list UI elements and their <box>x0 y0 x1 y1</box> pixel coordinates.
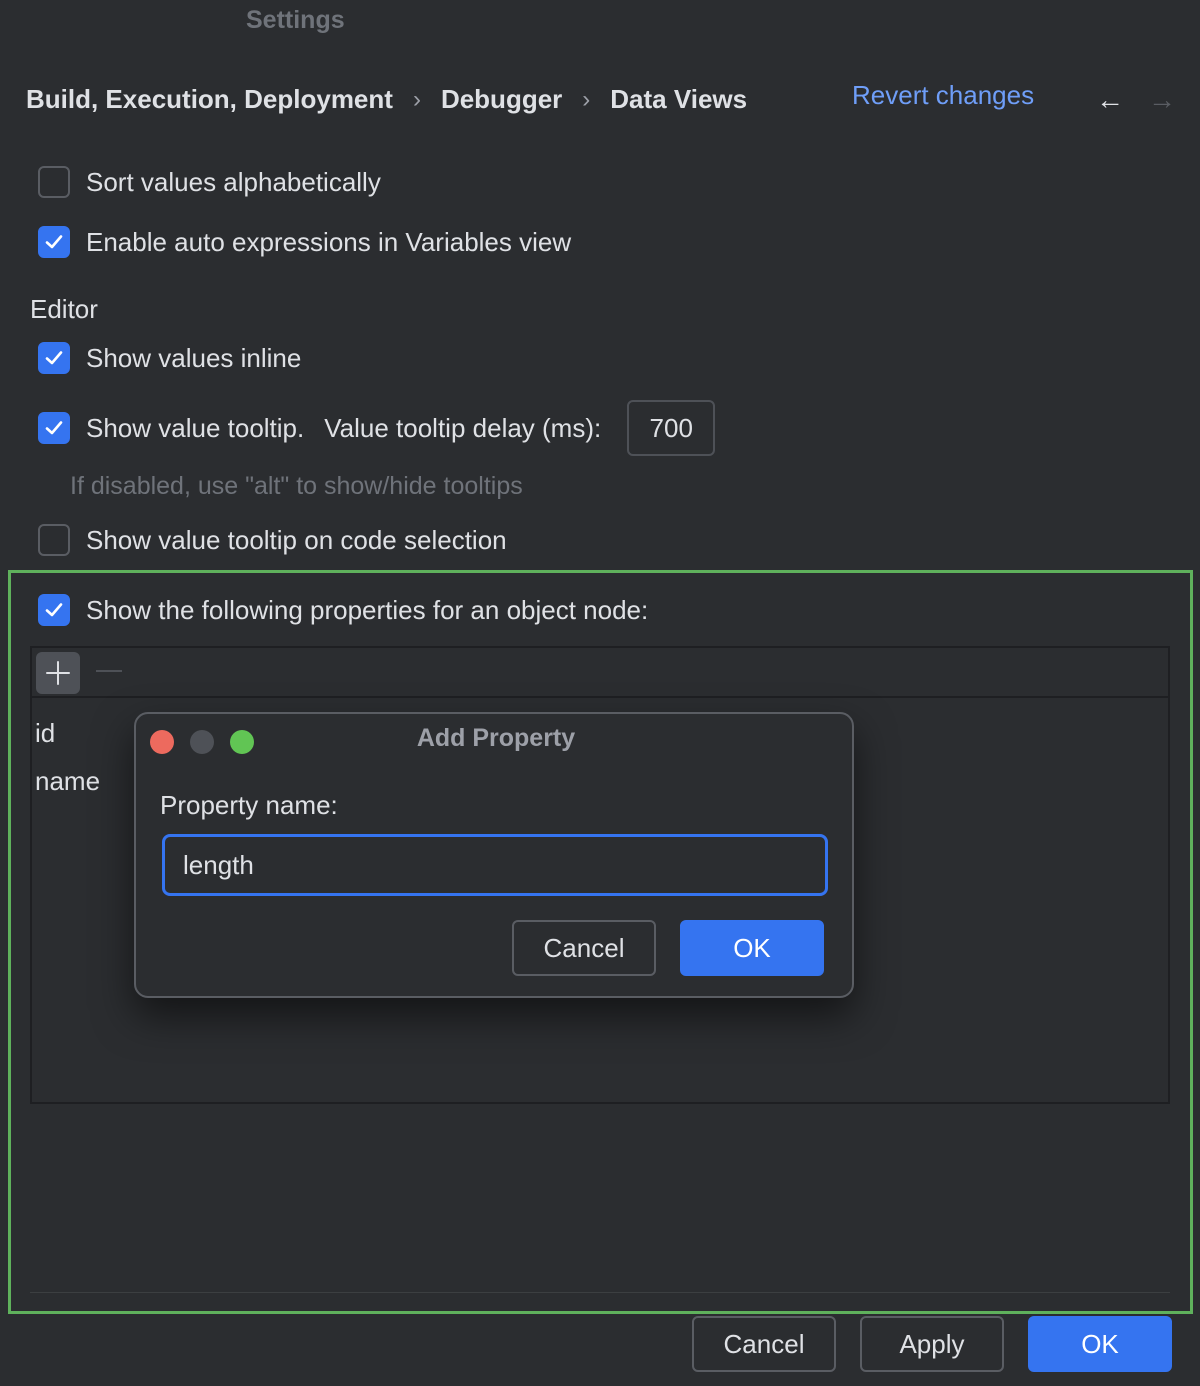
object-properties-label: Show the following properties for an obj… <box>86 595 648 626</box>
show-values-inline-option[interactable]: Show values inline <box>38 342 301 374</box>
breadcrumb-separator: › <box>582 86 590 114</box>
object-properties-checkbox[interactable] <box>38 594 70 626</box>
show-value-tooltip-option: Show value tooltip. Value tooltip delay … <box>38 400 715 456</box>
show-values-inline-label: Show values inline <box>86 343 301 374</box>
footer-divider <box>30 1292 1170 1293</box>
sort-values-label: Sort values alphabetically <box>86 167 381 198</box>
dialog-title: Add Property <box>136 724 856 753</box>
dialog-cancel-button[interactable]: Cancel <box>512 920 656 976</box>
show-values-inline-checkbox[interactable] <box>38 342 70 374</box>
property-item-name[interactable]: name <box>35 766 100 797</box>
auto-expressions-label: Enable auto expressions in Variables vie… <box>86 227 571 258</box>
tooltip-delay-field[interactable]: 700 <box>627 400 715 456</box>
tooltip-on-selection-label: Show value tooltip on code selection <box>86 525 507 556</box>
property-item-id[interactable]: id <box>35 718 55 749</box>
add-property-button[interactable] <box>36 652 80 694</box>
minus-icon[interactable] <box>96 670 122 672</box>
back-arrow-icon[interactable]: ← <box>1096 84 1124 116</box>
apply-button[interactable]: Apply <box>860 1316 1004 1372</box>
checkmark-icon <box>43 231 65 253</box>
forward-arrow-icon[interactable]: → <box>1148 84 1176 116</box>
revert-changes-link[interactable]: Revert changes <box>852 80 1034 111</box>
tooltip-hint-text: If disabled, use "alt" to show/hide tool… <box>70 472 523 501</box>
show-value-tooltip-checkbox[interactable] <box>38 412 70 444</box>
dialog-ok-button[interactable]: OK <box>680 920 824 976</box>
breadcrumb-debugger[interactable]: Debugger <box>441 84 562 115</box>
settings-window: Settings Build, Execution, Deployment › … <box>0 0 1200 1386</box>
auto-expressions-checkbox[interactable] <box>38 226 70 258</box>
tooltip-on-selection-option[interactable]: Show value tooltip on code selection <box>38 524 507 556</box>
checkmark-icon <box>43 347 65 369</box>
tooltip-delay-label: Value tooltip delay (ms): <box>324 413 601 444</box>
show-value-tooltip-label[interactable]: Show value tooltip. <box>86 413 304 444</box>
auto-expressions-option[interactable]: Enable auto expressions in Variables vie… <box>38 226 571 258</box>
ok-button[interactable]: OK <box>1028 1316 1172 1372</box>
breadcrumb-build[interactable]: Build, Execution, Deployment <box>26 84 393 115</box>
property-name-label: Property name: <box>160 790 338 821</box>
breadcrumb: Build, Execution, Deployment › Debugger … <box>26 84 747 115</box>
breadcrumb-data-views: Data Views <box>610 84 747 115</box>
editor-section-label: Editor <box>30 294 98 325</box>
plus-icon <box>45 660 71 686</box>
tooltip-on-selection-checkbox[interactable] <box>38 524 70 556</box>
checkmark-icon <box>43 417 65 439</box>
object-properties-option[interactable]: Show the following properties for an obj… <box>38 594 648 626</box>
sort-values-checkbox[interactable] <box>38 166 70 198</box>
properties-toolbar <box>32 648 1168 698</box>
property-name-input[interactable] <box>162 834 828 896</box>
add-property-dialog: Add Property Property name: Cancel OK <box>134 712 854 998</box>
breadcrumb-separator: › <box>413 86 421 114</box>
sort-values-option[interactable]: Sort values alphabetically <box>38 166 381 198</box>
checkmark-icon <box>43 599 65 621</box>
cancel-button[interactable]: Cancel <box>692 1316 836 1372</box>
window-title: Settings <box>246 6 345 35</box>
